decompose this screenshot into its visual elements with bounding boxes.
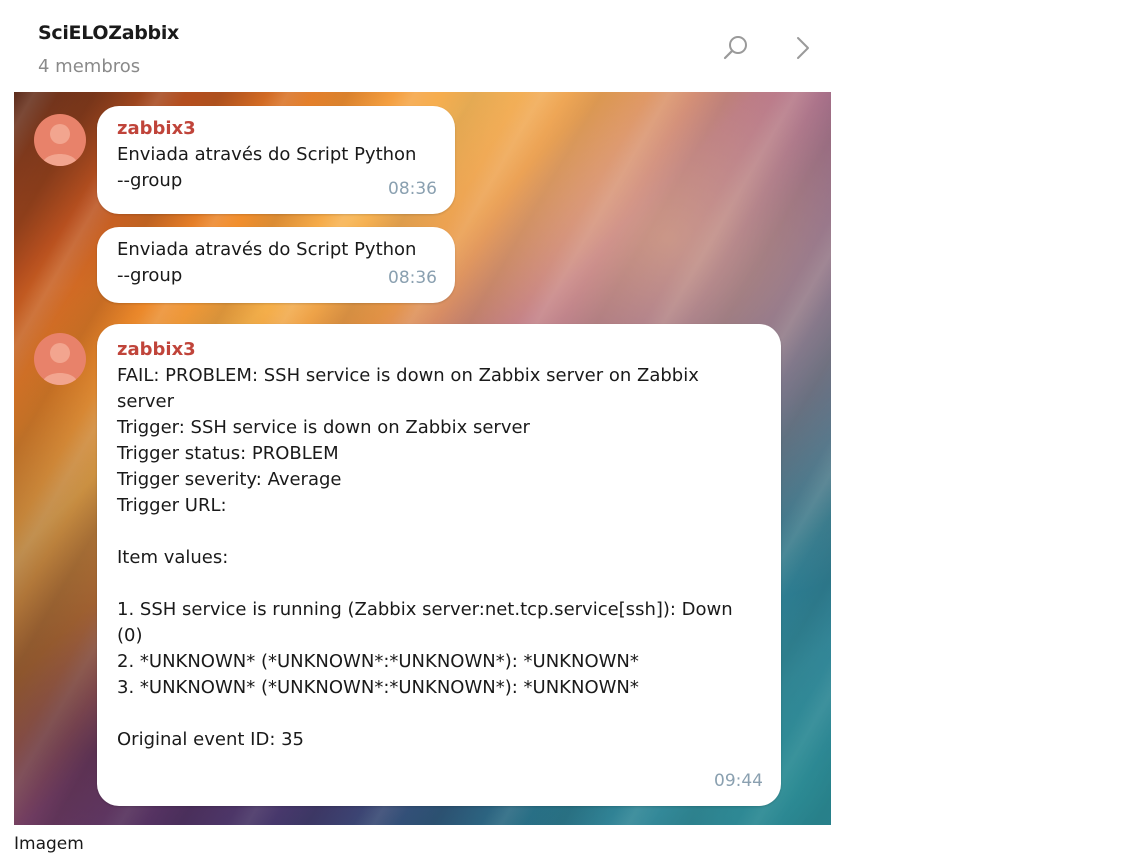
avatar[interactable] — [34, 114, 86, 166]
chat-header: SciELOZabbix 4 membros — [0, 0, 840, 92]
member-count: 4 membros — [38, 56, 141, 77]
sender-name[interactable]: zabbix3 — [117, 337, 761, 363]
search-icon[interactable] — [722, 34, 750, 62]
message-bubble[interactable]: Enviada através do Script Python --group… — [97, 227, 455, 303]
avatar[interactable] — [34, 333, 86, 385]
message-bubble[interactable]: zabbix3 FAIL: PROBLEM: SSH service is do… — [97, 324, 781, 806]
message-time: 08:36 — [388, 179, 437, 199]
message-bubble[interactable]: zabbix3 Enviada através do Script Python… — [97, 106, 455, 214]
message-time: 08:36 — [388, 268, 437, 288]
message-time: 09:44 — [714, 771, 763, 791]
user-avatar-icon — [42, 124, 78, 166]
chevron-right-icon[interactable] — [790, 34, 814, 62]
chat-background: zabbix3 Enviada através do Script Python… — [14, 92, 831, 825]
sender-name[interactable]: zabbix3 — [117, 116, 435, 142]
message-text: FAIL: PROBLEM: SSH service is down on Za… — [117, 365, 733, 750]
chat-title[interactable]: SciELOZabbix — [38, 22, 179, 44]
image-caption: Imagem — [14, 834, 84, 854]
user-avatar-icon — [42, 343, 78, 385]
